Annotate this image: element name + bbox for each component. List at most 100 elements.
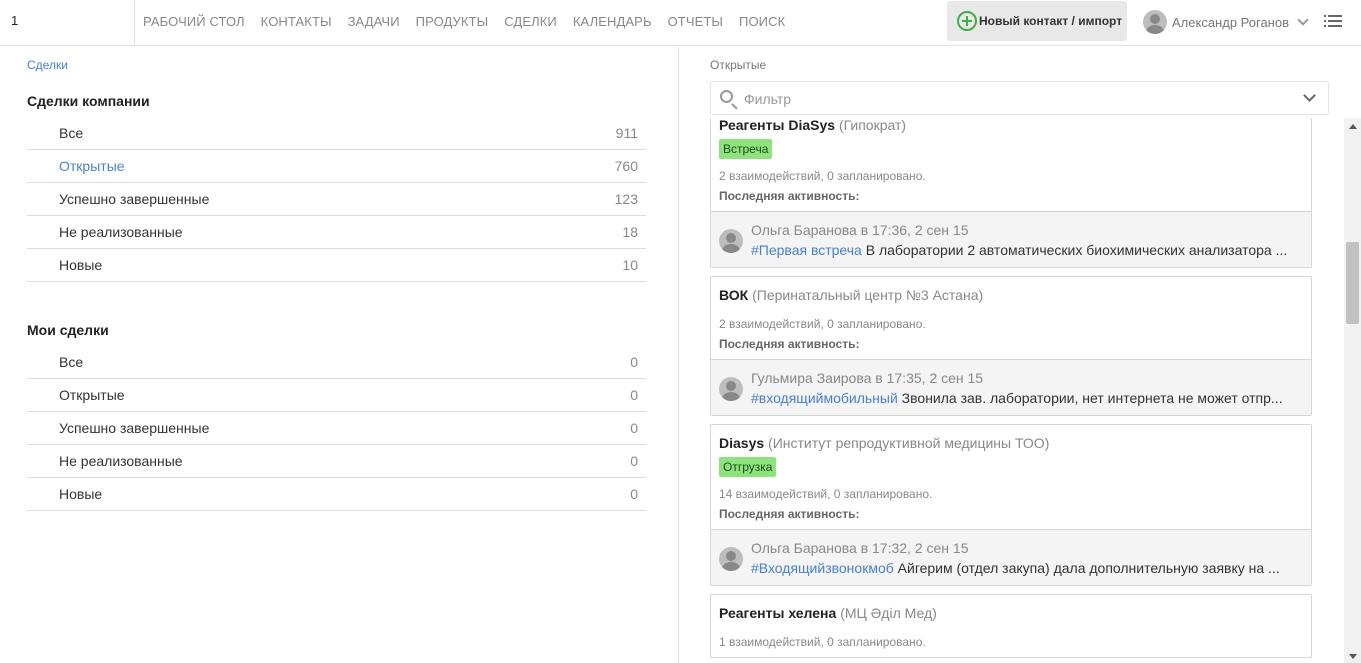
deals-feed: Реагенты DiaSys (Гипократ) Встреча 2 вза…	[710, 118, 1312, 663]
author-avatar-icon	[719, 377, 743, 401]
deal-stats: 2 взаимодействий, 0 запланировано.	[719, 169, 926, 183]
author-avatar-icon	[719, 229, 743, 253]
deal-title: ВОК (Перинатальный центр №3 Астана)	[719, 287, 1303, 303]
deal-title: Реагенты хелена (МЦ Әділ Мед)	[719, 605, 1303, 621]
user-avatar-icon	[1143, 10, 1167, 34]
deal-card[interactable]: Реагенты DiaSys (Гипократ) Встреча 2 вза…	[710, 118, 1312, 268]
row-label: Новые	[59, 486, 103, 502]
last-activity-label: Последняя активность:	[719, 337, 860, 351]
activity-author: Ольга Баранова в 17:36, 2 сен 15	[751, 222, 969, 238]
nav-item-search[interactable]: ПОИСК	[739, 0, 785, 46]
nav-item-reports[interactable]: ОТЧЕТЫ	[668, 0, 723, 46]
company-deals-won[interactable]: Успешно завершенные 123	[27, 183, 646, 216]
author-avatar-icon	[719, 547, 743, 571]
deal-name[interactable]: Реагенты DiaSys	[719, 118, 835, 133]
deal-stage-tag: Отгрузка	[719, 457, 777, 477]
row-label: Все	[59, 125, 84, 141]
activity-item: Ольга Баранова в 17:32, 2 сен 15 #Входящ…	[711, 529, 1311, 585]
company-deals-open[interactable]: Открытые 760	[27, 150, 646, 183]
deal-card[interactable]: Diasys (Институт репродуктивной медицины…	[710, 424, 1312, 586]
plus-circle-icon	[957, 11, 977, 31]
deal-company[interactable]: (МЦ Әділ Мед)	[840, 605, 937, 621]
row-count: 0	[630, 453, 638, 469]
deal-name[interactable]: Реагенты хелена	[719, 605, 836, 621]
deal-company[interactable]: (Гипократ)	[839, 118, 906, 133]
search-icon	[720, 90, 733, 103]
filter-input[interactable]: Фильтр	[710, 81, 1329, 115]
activity-text: Айгерим (отдел закупа) дала дополнительн…	[897, 560, 1280, 576]
logo[interactable]: 1	[0, 0, 135, 46]
scrollbar-thumb[interactable]	[1346, 242, 1359, 324]
my-deals-lost[interactable]: Не реализованные 0	[27, 445, 646, 478]
company-deals-lost[interactable]: Не реализованные 18	[27, 216, 646, 249]
company-deals-new[interactable]: Новые 10	[27, 249, 646, 282]
activity-item: Ольга Баранова в 17:36, 2 сен 15 #Первая…	[711, 211, 1311, 267]
row-count: 0	[630, 387, 638, 403]
user-menu[interactable]: Александр Роганов	[1143, 9, 1309, 35]
deal-stats: 2 взаимодействий, 0 запланировано.	[719, 317, 926, 331]
my-deals-new[interactable]: Новые 0	[27, 478, 646, 511]
deal-title: Diasys (Институт репродуктивной медицины…	[719, 435, 1303, 451]
row-label: Открытые	[59, 158, 125, 174]
nav-item-tasks[interactable]: ЗАДАЧИ	[348, 0, 400, 46]
last-activity-label: Последняя активность:	[719, 189, 860, 203]
nav-item-calendar[interactable]: КАЛЕНДАРЬ	[573, 0, 652, 46]
my-deals-title: Мои сделки	[27, 322, 109, 338]
nav-item-desktop[interactable]: РАБОЧИЙ СТОЛ	[143, 0, 245, 46]
row-count: 0	[630, 354, 638, 370]
top-bar: 1 РАБОЧИЙ СТОЛ КОНТАКТЫ ЗАДАЧИ ПРОДУКТЫ …	[0, 0, 1361, 46]
row-label: Не реализованные	[59, 453, 183, 469]
nav-item-contacts[interactable]: КОНТАКТЫ	[261, 0, 332, 46]
breadcrumb-deals[interactable]: Сделки	[27, 58, 68, 72]
row-label: Все	[59, 354, 84, 370]
company-deals-title: Сделки компании	[27, 93, 150, 109]
my-deals-list: Все 0 Открытые 0 Успешно завершенные 0 Н…	[27, 346, 646, 511]
row-label: Новые	[59, 257, 103, 273]
row-label: Открытые	[59, 387, 125, 403]
activity-author: Ольга Баранова в 17:32, 2 сен 15	[751, 540, 969, 556]
my-deals-all[interactable]: Все 0	[27, 346, 646, 379]
last-activity-label: Последняя активность:	[719, 507, 860, 521]
company-deals-list: Все 911 Открытые 760 Успешно завершенные…	[27, 117, 646, 282]
filter-placeholder: Фильтр	[744, 91, 792, 107]
scroll-down-arrow-icon[interactable]	[1349, 654, 1357, 659]
deal-stage-tag: Встреча	[719, 139, 773, 159]
nav-item-deals[interactable]: СДЕЛКИ	[504, 0, 557, 46]
user-name: Александр Роганов	[1172, 14, 1289, 30]
deal-name[interactable]: ВОК	[719, 287, 748, 303]
row-count: 10	[622, 257, 638, 273]
activity-text: Звонила зав. лаборатории, нет интернета …	[901, 390, 1283, 406]
scroll-up-arrow-icon[interactable]	[1349, 124, 1357, 129]
row-label: Не реализованные	[59, 224, 183, 240]
my-deals-won[interactable]: Успешно завершенные 0	[27, 412, 646, 445]
activity-hashtag[interactable]: #входящиймобильный	[751, 390, 898, 406]
row-count: 123	[614, 191, 638, 207]
deal-card[interactable]: Реагенты хелена (МЦ Әділ Мед) 1 взаимоде…	[710, 594, 1312, 658]
row-count: 760	[614, 158, 638, 174]
activity-message: #Входящийзвонокмоб Айгерим (отдел закупа…	[751, 560, 1296, 576]
deals-sidebar: Сделки Сделки компании Все 911 Открытые …	[0, 47, 679, 663]
deal-stats: 1 взаимодействий, 0 запланировано.	[719, 635, 926, 649]
row-label: Успешно завершенные	[59, 420, 210, 436]
chevron-down-icon	[1297, 14, 1309, 26]
new-contact-import-button[interactable]: Новый контакт / импорт	[947, 1, 1127, 41]
deal-title: Реагенты DiaSys (Гипократ)	[719, 118, 1303, 133]
new-contact-label: Новый контакт / импорт	[979, 14, 1123, 28]
deal-stats: 14 взаимодействий, 0 запланировано.	[719, 487, 933, 501]
deal-card[interactable]: ВОК (Перинатальный центр №3 Астана) 2 вз…	[710, 276, 1312, 416]
chevron-down-icon[interactable]	[1303, 89, 1316, 102]
company-deals-all[interactable]: Все 911	[27, 117, 646, 150]
main-nav: РАБОЧИЙ СТОЛ КОНТАКТЫ ЗАДАЧИ ПРОДУКТЫ СД…	[143, 0, 801, 46]
activity-hashtag[interactable]: #Входящийзвонокмоб	[751, 560, 894, 576]
nav-item-products[interactable]: ПРОДУКТЫ	[416, 0, 489, 46]
activity-hashtag[interactable]: #Первая встреча	[751, 242, 862, 258]
feed-scrollbar[interactable]	[1344, 118, 1361, 663]
deal-company[interactable]: (Перинатальный центр №3 Астана)	[752, 287, 983, 303]
row-count: 18	[622, 224, 638, 240]
list-menu-icon[interactable]	[1324, 14, 1342, 28]
row-count: 911	[615, 125, 638, 141]
deal-name[interactable]: Diasys	[719, 435, 764, 451]
my-deals-open[interactable]: Открытые 0	[27, 379, 646, 412]
deal-company[interactable]: (Институт репродуктивной медицины ТОО)	[768, 435, 1049, 451]
activity-author: Гульмира Заирова в 17:35, 2 сен 15	[751, 370, 984, 386]
